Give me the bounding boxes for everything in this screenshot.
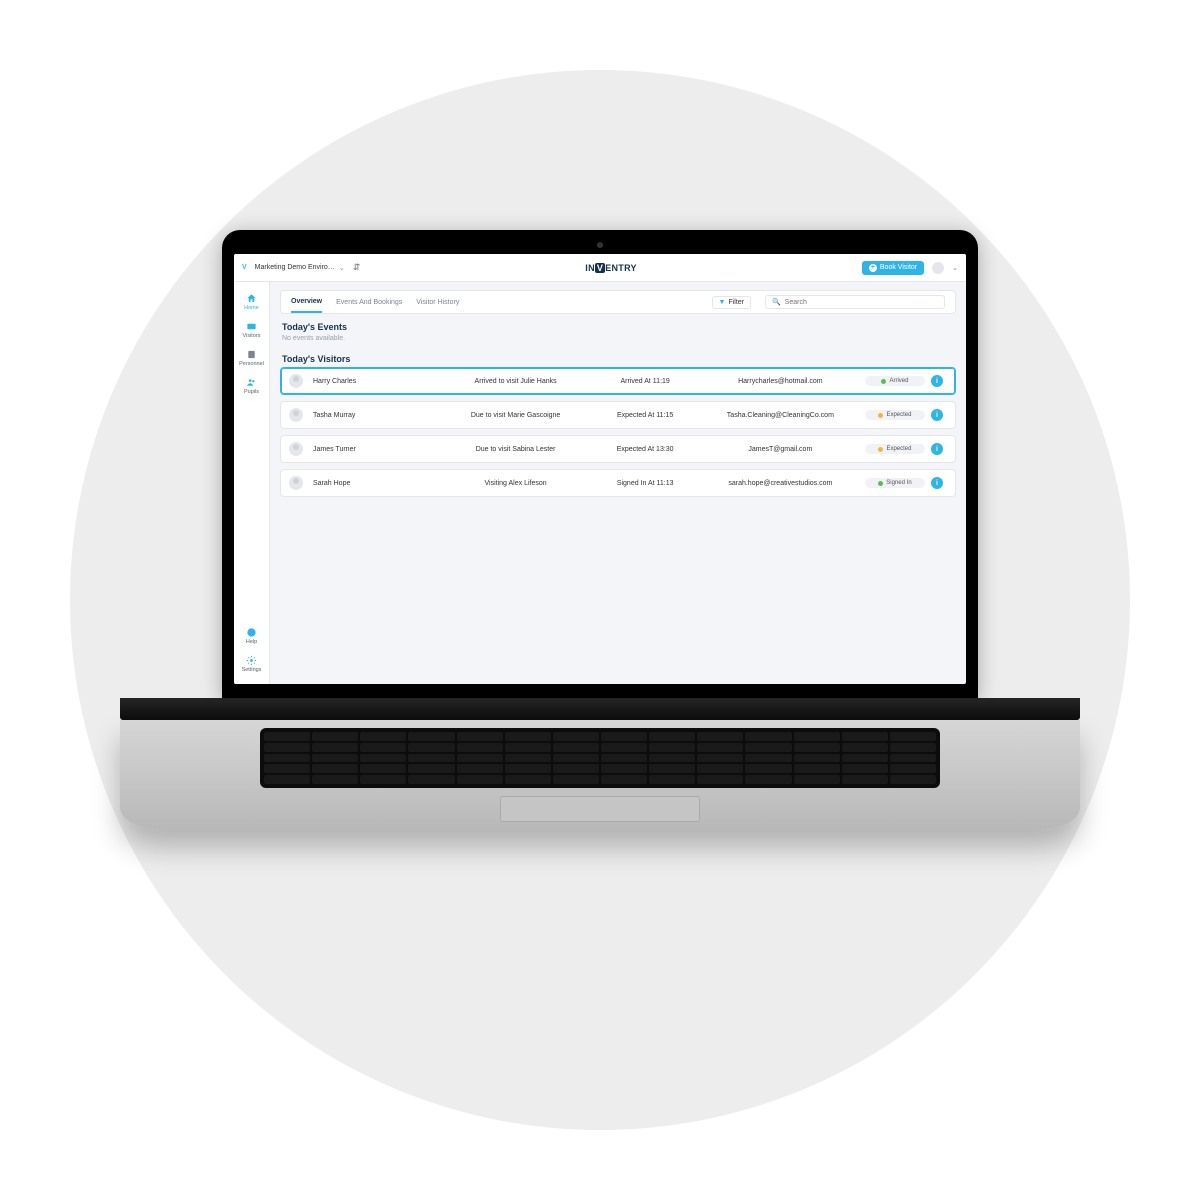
sidebar-item-label: Personnel — [239, 361, 264, 367]
avatar-icon — [289, 442, 303, 456]
status-badge: Signed In — [865, 478, 925, 488]
sidebar-item-label: Visitors — [243, 333, 261, 339]
visitor-email: Harrycharles@hotmail.com — [702, 378, 859, 385]
sidebar-item-label: Home — [244, 305, 259, 311]
visitor-row[interactable]: Sarah Hope Visiting Alex Lifeson Signed In… — [280, 469, 956, 497]
search-icon: 🔍 — [772, 298, 781, 306]
events-section-title: Today's Events — [282, 322, 954, 332]
visitor-name: James Turner — [313, 446, 437, 453]
sidebar-item-home[interactable]: Home — [234, 288, 269, 316]
laptop-mockup: V Marketing Demo Enviro… ⌄ ⇵ INVENTRY + … — [120, 230, 1080, 830]
chevron-down-icon[interactable]: ⌄ — [952, 264, 958, 272]
plus-icon: + — [869, 264, 877, 272]
status-badge: Arrived — [865, 376, 925, 386]
home-icon — [246, 293, 257, 304]
users-icon — [246, 377, 257, 388]
brand-v-icon: V — [242, 264, 247, 271]
gear-icon — [246, 655, 257, 666]
tab-visitor-history[interactable]: Visitor History — [416, 293, 459, 312]
visitor-time: Arrived At 11:19 — [595, 378, 696, 385]
visitor-purpose: Due to visit Marie Gascoigne — [443, 412, 589, 419]
logo-v: V — [595, 263, 605, 273]
visitor-time: Expected At 11:15 — [595, 412, 696, 419]
status-dot-icon — [878, 481, 883, 486]
visitor-email: JamesT@gmail.com — [702, 446, 859, 453]
status-label: Expected — [886, 412, 911, 418]
environment-dropdown[interactable]: Marketing Demo Enviro… ⌄ — [255, 264, 345, 272]
id-card-icon — [246, 321, 257, 332]
camera-dot — [597, 242, 603, 248]
environment-label: Marketing Demo Enviro… — [255, 264, 335, 271]
sidebar-item-visitors[interactable]: Visitors — [234, 316, 269, 344]
book-visitor-label: Book Visitor — [880, 264, 917, 271]
avatar-icon — [289, 476, 303, 490]
visitor-purpose: Arrived to visit Julie Hanks — [443, 378, 589, 385]
visitor-purpose: Visiting Alex Lifeson — [443, 480, 589, 487]
info-button[interactable]: i — [931, 443, 943, 455]
sidebar-item-help[interactable]: Help — [234, 622, 269, 650]
info-button[interactable]: i — [931, 409, 943, 421]
status-label: Signed In — [886, 480, 911, 486]
tab-overview[interactable]: Overview — [291, 292, 322, 313]
visitor-row[interactable]: James Turner Due to visit Sabina Lester Ex… — [280, 435, 956, 463]
status-dot-icon — [878, 413, 883, 418]
status-label: Expected — [886, 446, 911, 452]
sidebar-item-settings[interactable]: Settings — [234, 650, 269, 678]
visitors-list: Harry Charles Arrived to visit Julie Hank… — [280, 367, 956, 503]
avatar-icon — [289, 408, 303, 422]
sidebar-item-label: Settings — [242, 667, 262, 673]
help-icon — [246, 627, 257, 638]
visitor-name: Sarah Hope — [313, 480, 437, 487]
sidebar-item-label: Help — [246, 639, 257, 645]
tab-events-bookings[interactable]: Events And Bookings — [336, 293, 402, 312]
visitors-section-title: Today's Visitors — [282, 354, 954, 364]
visitor-name: Harry Charles — [313, 378, 437, 385]
chevron-down-icon: ⌄ — [339, 264, 345, 272]
logo-prefix: IN — [585, 263, 595, 273]
filter-button[interactable]: ▼ Filter — [712, 296, 752, 309]
app-logo: INVENTRY — [368, 263, 854, 273]
info-button[interactable]: i — [931, 477, 943, 489]
trackpad — [500, 796, 700, 822]
org-tree-icon[interactable]: ⇵ — [353, 262, 361, 273]
search-input[interactable] — [785, 299, 938, 306]
visitor-email: Tasha.Cleaning@CleaningCo.com — [702, 412, 859, 419]
visitor-purpose: Due to visit Sabina Lester — [443, 446, 589, 453]
app-screen: V Marketing Demo Enviro… ⌄ ⇵ INVENTRY + … — [234, 254, 966, 684]
badge-icon — [246, 349, 257, 360]
logo-suffix: ENTRY — [605, 263, 637, 273]
visitor-time: Expected At 13:30 — [595, 446, 696, 453]
avatar-icon — [289, 374, 303, 388]
visitor-row[interactable]: Tasha Murray Due to visit Marie Gascoigne… — [280, 401, 956, 429]
status-badge: Expected — [865, 410, 925, 420]
events-empty-text: No events available. — [282, 335, 954, 342]
info-button[interactable]: i — [931, 375, 943, 387]
main-panel: Overview Events And Bookings Visitor His… — [270, 282, 966, 684]
topbar: V Marketing Demo Enviro… ⌄ ⇵ INVENTRY + … — [234, 254, 966, 282]
visitor-time: Signed In At 11:13 — [595, 480, 696, 487]
tab-bar: Overview Events And Bookings Visitor His… — [280, 290, 956, 314]
sidebar-item-label: Pupils — [244, 389, 259, 395]
book-visitor-button[interactable]: + Book Visitor — [862, 261, 924, 275]
status-label: Arrived — [889, 378, 908, 384]
visitor-name: Tasha Murray — [313, 412, 437, 419]
sidebar-item-pupils[interactable]: Pupils — [234, 372, 269, 400]
sidebar-item-personnel[interactable]: Personnel — [234, 344, 269, 372]
user-avatar[interactable] — [932, 262, 944, 274]
funnel-icon: ▼ — [719, 299, 726, 306]
status-dot-icon — [881, 379, 886, 384]
keyboard — [260, 728, 940, 788]
status-badge: Expected — [865, 444, 925, 454]
filter-label: Filter — [728, 299, 744, 306]
visitor-email: sarah.hope@creativestudios.com — [702, 480, 859, 487]
visitor-row[interactable]: Harry Charles Arrived to visit Julie Hank… — [280, 367, 956, 395]
search-field[interactable]: 🔍 — [765, 295, 945, 309]
status-dot-icon — [878, 447, 883, 452]
sidebar: Home Visitors Personnel — [234, 282, 270, 684]
